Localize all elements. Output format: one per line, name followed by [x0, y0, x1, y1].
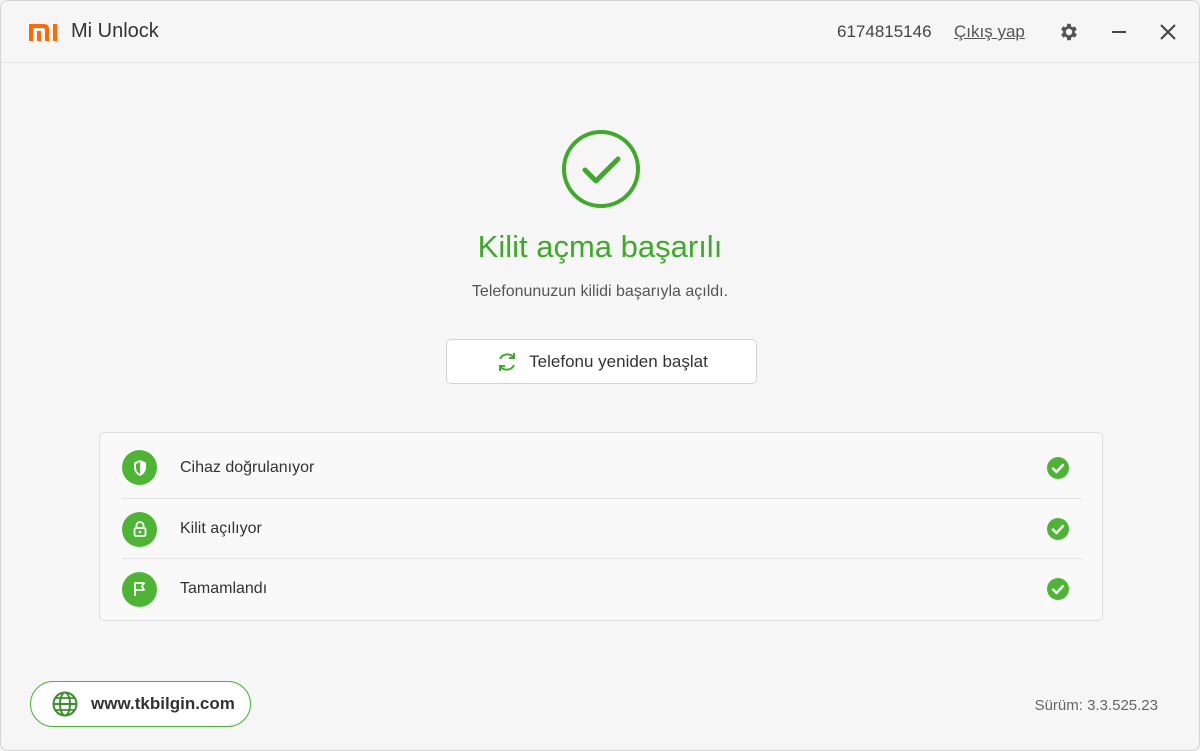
- shield-icon: [122, 450, 157, 485]
- account-id: 6174815146: [837, 22, 932, 41]
- title-bar: Mi Unlock 6174815146 Çıkış yap: [1, 1, 1199, 63]
- minimize-icon: [1112, 31, 1126, 33]
- restart-phone-label: Telefonu yeniden başlat: [529, 351, 708, 371]
- step-label: Tamamlandı: [180, 580, 268, 597]
- done-check-icon: [1047, 578, 1069, 600]
- version-label: Sürüm: 3.3.525.23: [1034, 697, 1158, 714]
- step-label: Cihaz doğrulanıyor: [180, 458, 315, 476]
- step-unlocking: Kilit açılıyor: [122, 498, 1082, 559]
- steps-panel: Cihaz doğrulanıyor Kilit açılıyor Tamaml…: [99, 432, 1103, 621]
- result-subheading: Telefonunuzun kilidi başarıyla açıldı.: [471, 283, 729, 300]
- close-button[interactable]: [1155, 19, 1181, 45]
- done-check-icon: [1047, 456, 1069, 479]
- step-completed: Tamamlandı: [122, 558, 1082, 619]
- mi-logo-icon: [29, 24, 57, 41]
- flag-icon: [122, 571, 157, 607]
- success-check-icon: [562, 130, 640, 208]
- app-title: Mi Unlock: [71, 20, 159, 42]
- close-icon: [1160, 24, 1176, 40]
- logout-link[interactable]: Çıkış yap: [954, 22, 1025, 42]
- website-text: www.tkbilgin.com: [91, 694, 235, 713]
- step-verify-device: Cihaz doğrulanıyor: [122, 437, 1082, 498]
- settings-button[interactable]: [1056, 19, 1082, 45]
- globe-icon: [52, 691, 78, 717]
- done-check-icon: [1047, 518, 1069, 540]
- lock-icon: [122, 511, 157, 547]
- result-heading: Kilit açma başarılı: [477, 229, 723, 264]
- refresh-icon: [499, 352, 516, 371]
- restart-phone-button[interactable]: Telefonu yeniden başlat: [446, 339, 757, 384]
- minimize-button[interactable]: [1106, 19, 1132, 45]
- step-label: Kilit açılıyor: [180, 520, 262, 537]
- mi-unlock-window: Mi Unlock 6174815146 Çıkış yap Kilit açm…: [0, 0, 1200, 751]
- website-badge[interactable]: www.tkbilgin.com: [30, 681, 251, 727]
- gear-icon: [1061, 23, 1077, 41]
